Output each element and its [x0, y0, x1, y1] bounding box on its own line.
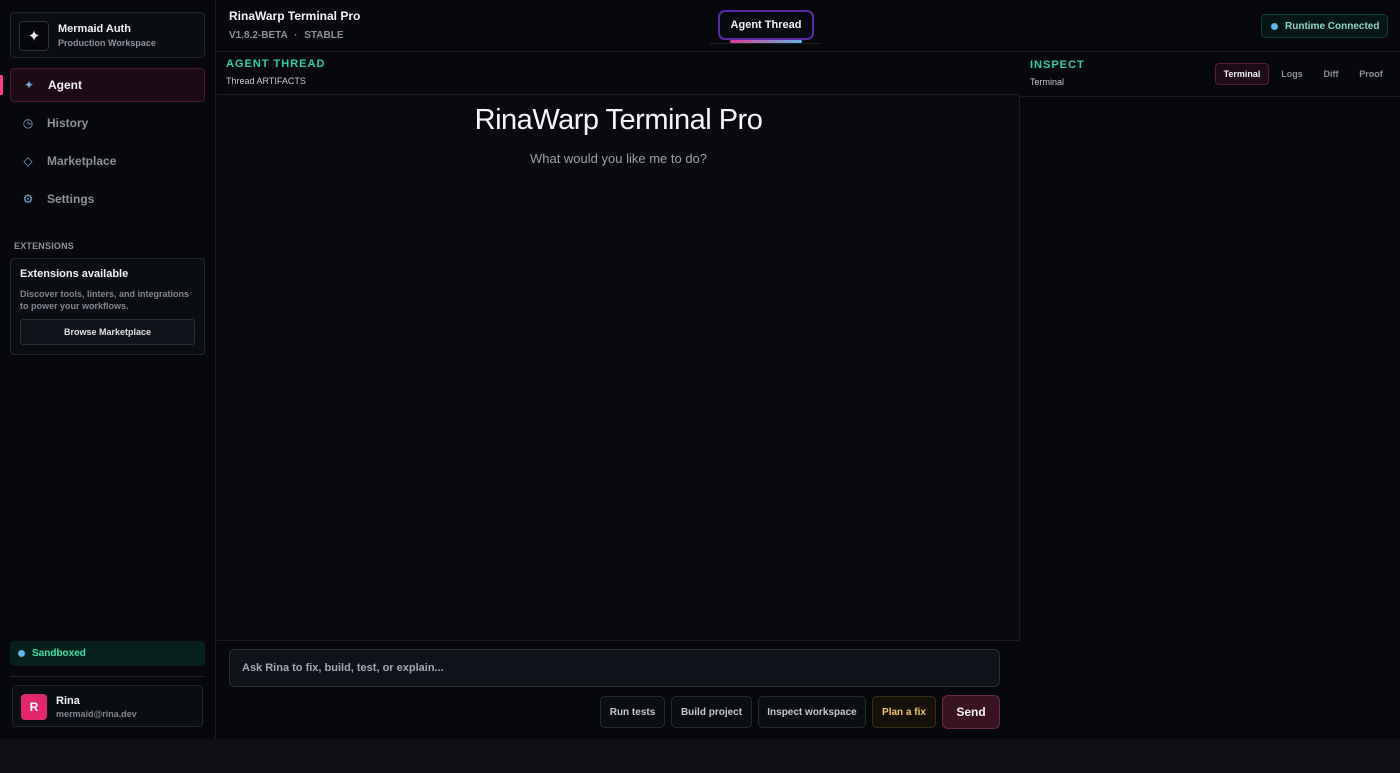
version-separator: · [294, 30, 298, 41]
sparkle-icon: ✦ [19, 21, 49, 51]
extensions-card-description: Discover tools, linters, and integration… [20, 289, 190, 311]
tab-proof[interactable]: Proof [1353, 63, 1389, 85]
sidebar-item-label: Marketplace [47, 154, 117, 168]
runtime-status-badge: Runtime Connected [1261, 14, 1388, 38]
tab-terminal[interactable]: Terminal [1215, 63, 1269, 85]
user-name: Rina [56, 695, 80, 707]
composer: Run tests Build project Inspect workspac… [217, 640, 1020, 739]
status-dot-icon [1271, 22, 1278, 30]
top-bar: RinaWarp Terminal Pro V1.8.2-BETA · STAB… [216, 0, 1400, 52]
inspect-panel: INSPECT Terminal Terminal Logs Diff Proo… [1021, 52, 1400, 739]
workspace-name: Mermaid Auth [58, 23, 131, 35]
inspect-sublabel: Terminal [1030, 77, 1065, 87]
plan-fix-button[interactable]: Plan a fix [872, 696, 936, 728]
tab-underline-track [710, 43, 820, 44]
extensions-card: Extensions available Discover tools, lin… [10, 258, 205, 355]
sidebar-item-settings[interactable]: ⚙ Settings [10, 182, 205, 216]
build-project-button[interactable]: Build project [671, 696, 752, 728]
status-dot-icon [18, 650, 25, 657]
workspace-subtitle: Production Workspace [58, 38, 156, 48]
tab-logs[interactable]: Logs [1275, 63, 1309, 85]
extensions-card-title: Extensions available [20, 268, 129, 280]
workspace-switcher[interactable]: ✦ Mermaid Auth Production Workspace [10, 12, 205, 58]
extensions-header: EXTENSIONS [14, 241, 75, 251]
active-tab-underline [730, 40, 802, 43]
runtime-status-label: Runtime Connected [1285, 20, 1380, 32]
sandbox-status-label: Sandboxed [32, 648, 86, 659]
user-email: mermaid@rina.dev [56, 709, 137, 719]
channel-label: STABLE [304, 30, 344, 41]
inspect-header: INSPECT Terminal Terminal Logs Diff Proo… [1021, 52, 1400, 97]
clock-icon: ◷ [22, 116, 34, 130]
sidebar-item-history[interactable]: ◷ History [10, 106, 205, 140]
sparkle-icon: ✦ [23, 78, 35, 92]
run-tests-button[interactable]: Run tests [600, 696, 665, 728]
inspect-label: INSPECT [1030, 59, 1085, 71]
inspect-workspace-button[interactable]: Inspect workspace [758, 696, 866, 728]
hero-subtitle: What would you like me to do? [529, 151, 708, 166]
send-button[interactable]: Send [942, 695, 1000, 729]
app-title: RinaWarp Terminal Pro [229, 9, 361, 23]
avatar: R [21, 694, 47, 720]
sidebar-item-marketplace[interactable]: ◇ Marketplace [10, 144, 205, 178]
browse-marketplace-button[interactable]: Browse Marketplace [20, 319, 195, 345]
prompt-input[interactable] [229, 649, 1000, 687]
tab-agent-thread[interactable]: Agent Thread [718, 10, 814, 40]
divider [10, 676, 205, 677]
agent-thread-header: AGENT THREAD Thread ARTIFACTS [217, 52, 1020, 95]
agent-thread-sublabel: Thread ARTIFACTS [226, 76, 306, 86]
gear-icon: ⚙ [22, 192, 34, 206]
sidebar-item-label: Settings [47, 192, 95, 206]
hero-title: RinaWarp Terminal Pro [474, 104, 763, 136]
version-label: V1.8.2-BETA [229, 30, 288, 41]
sidebar-item-label: Agent [48, 78, 82, 92]
sidebar-item-agent[interactable]: ✦ Agent [10, 68, 205, 102]
sidebar: ✦ Mermaid Auth Production Workspace ✦ Ag… [0, 0, 216, 739]
sidebar-item-label: History [47, 116, 89, 130]
agent-thread-panel: AGENT THREAD Thread ARTIFACTS RinaWarp T… [217, 52, 1020, 739]
user-profile[interactable]: R Rina mermaid@rina.dev [12, 685, 203, 727]
app-window: ✦ Mermaid Auth Production Workspace ✦ Ag… [0, 0, 1400, 739]
agent-thread-label: AGENT THREAD [226, 58, 326, 70]
tab-diff[interactable]: Diff [1317, 63, 1345, 85]
active-nav-indicator [0, 75, 3, 95]
sandbox-status-badge: Sandboxed [10, 641, 205, 666]
diamond-icon: ◇ [23, 154, 33, 168]
version-info: V1.8.2-BETA · STABLE [229, 30, 344, 41]
